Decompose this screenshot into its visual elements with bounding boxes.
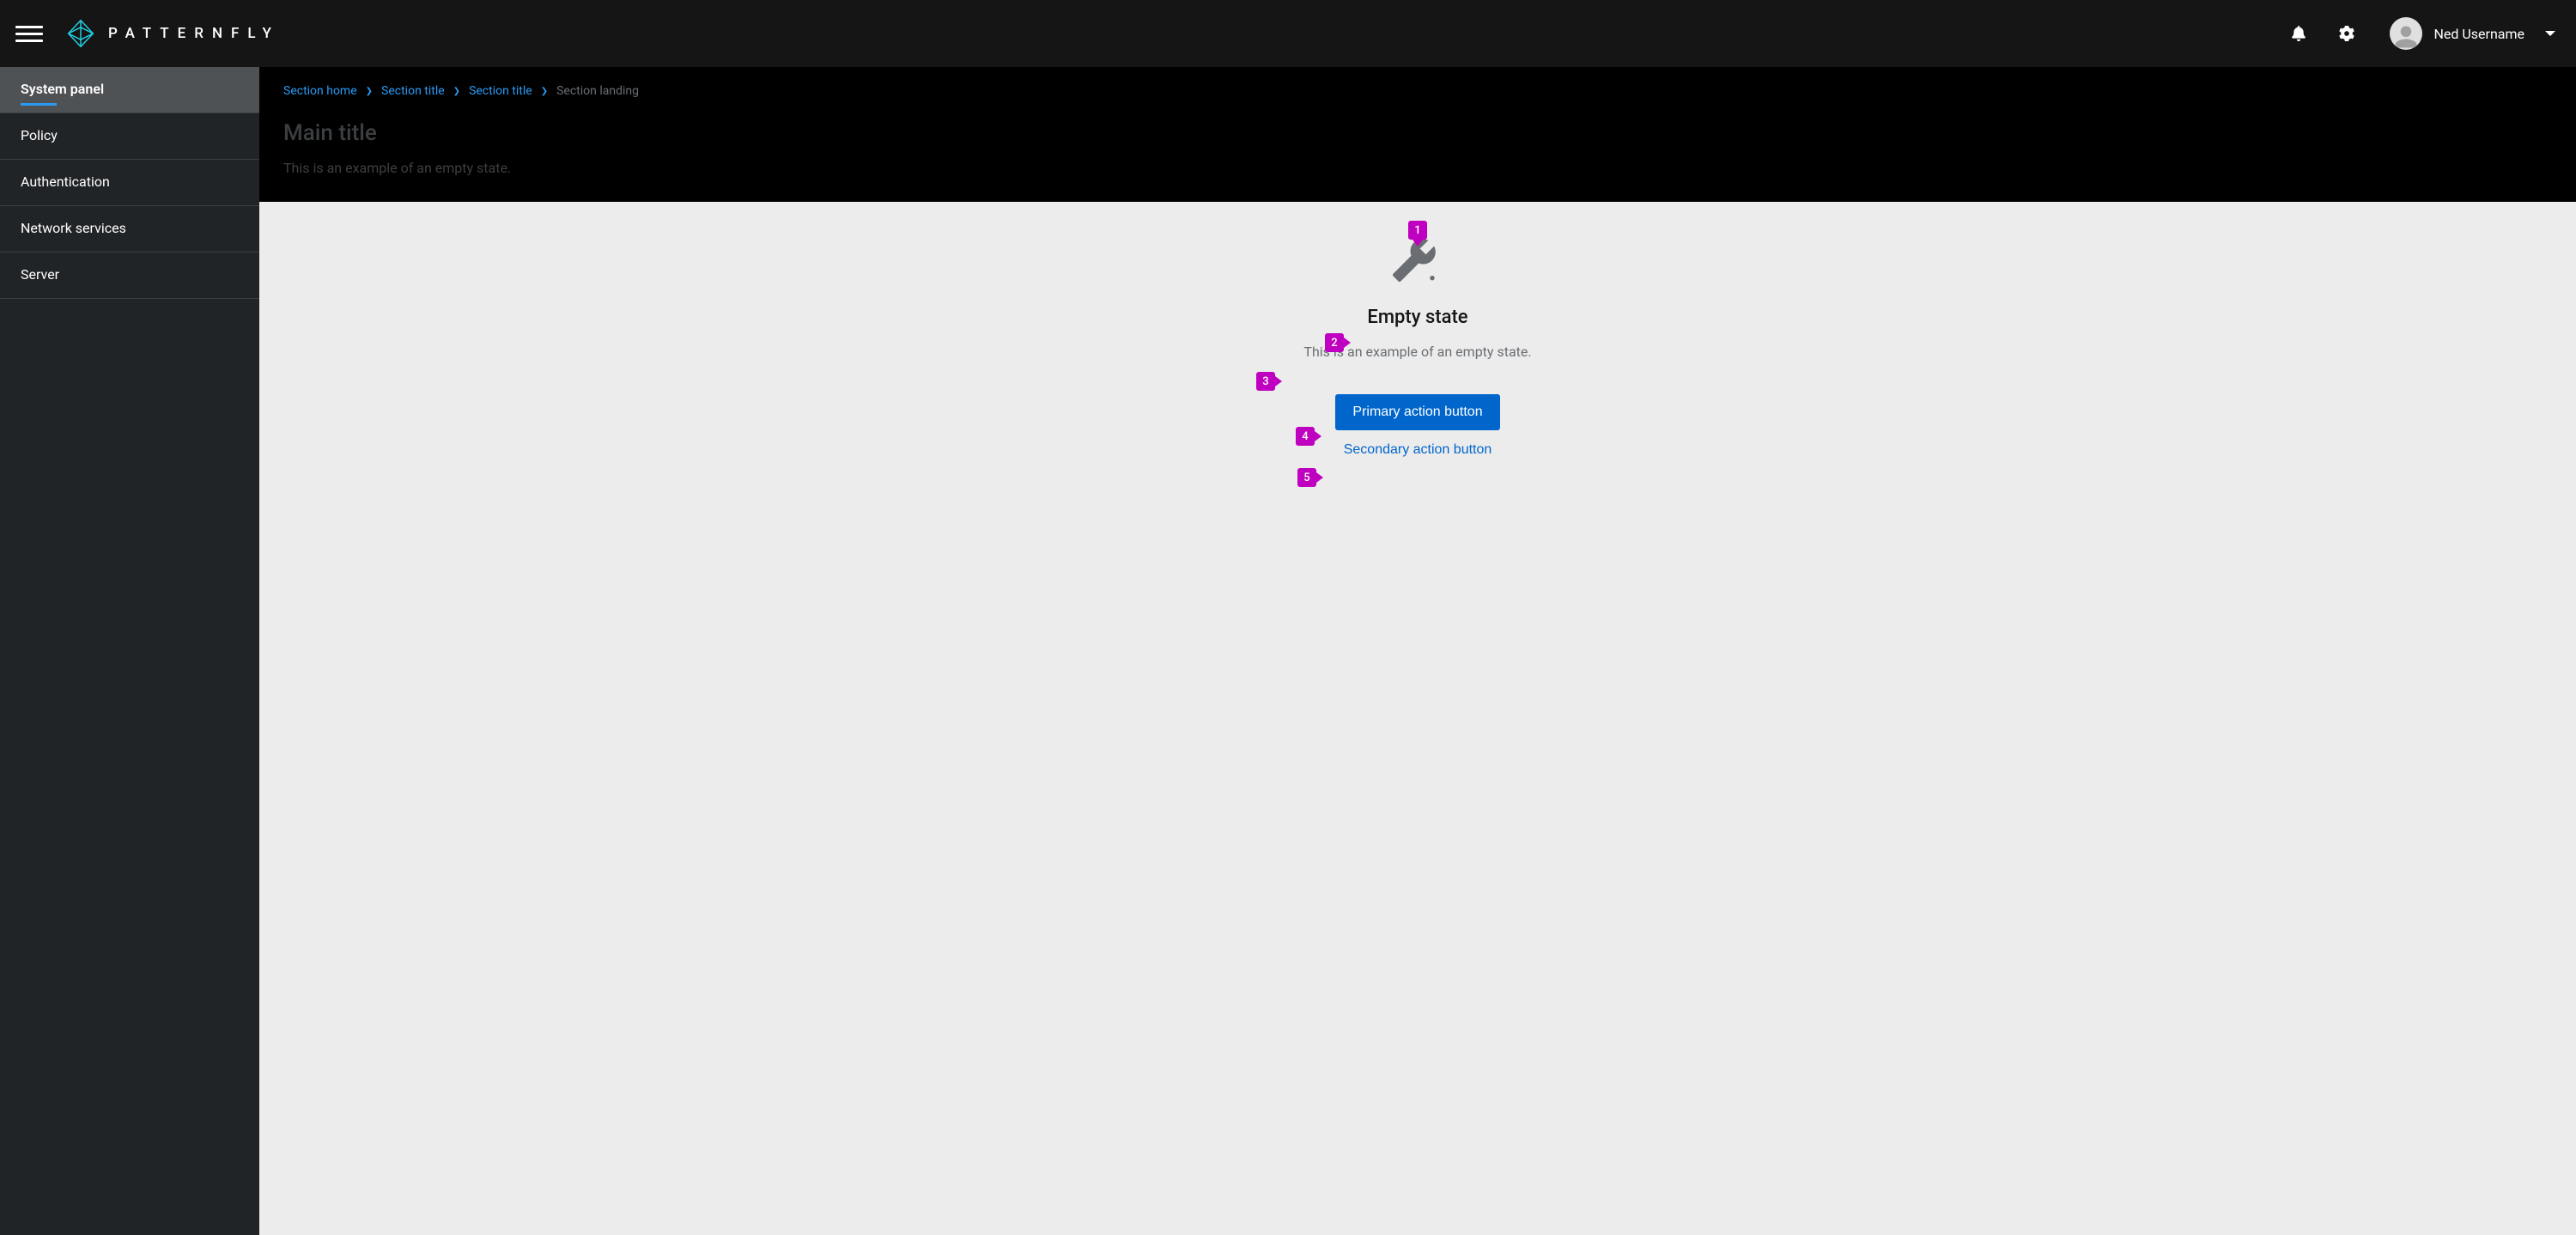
sidebar-item-label: System panel	[21, 81, 104, 97]
sidebar-item-network-services[interactable]: Network services	[0, 206, 259, 252]
breadcrumb-current: Section landing	[556, 84, 639, 98]
content-area: Empty state This is an example of an emp…	[259, 202, 2576, 1235]
page-header: Section home ❯ Section title ❯ Section t…	[259, 67, 2576, 202]
sidebar-item-label: Server	[21, 266, 59, 283]
page-description: This is an example of an empty state.	[283, 160, 2552, 176]
breadcrumb: Section home ❯ Section title ❯ Section t…	[283, 84, 2552, 98]
user-menu-button[interactable]: Ned Username	[2390, 17, 2555, 50]
annotation-marker: 1	[1408, 221, 1427, 240]
sidebar-item-label: Policy	[21, 127, 58, 143]
chevron-right-icon: ❯	[366, 87, 373, 96]
nav-toggle-button[interactable]	[15, 20, 43, 47]
bell-icon	[2291, 26, 2306, 41]
main-content: Section home ❯ Section title ❯ Section t…	[259, 67, 2576, 1235]
empty-state: Empty state This is an example of an emp…	[1177, 236, 1658, 458]
gear-icon	[2339, 26, 2354, 41]
page-title: Main title	[283, 120, 2552, 146]
brand-logo-icon	[65, 18, 96, 49]
caret-down-icon	[2545, 31, 2555, 36]
settings-button[interactable]	[2330, 16, 2364, 51]
empty-state-title: Empty state	[1177, 307, 1658, 328]
chevron-right-icon: ❯	[541, 87, 548, 96]
sidebar-item-server[interactable]: Server	[0, 252, 259, 299]
sidebar-item-label: Network services	[21, 220, 126, 236]
sidebar-item-system-panel[interactable]: System panel	[0, 67, 259, 113]
annotation-marker: 4	[1296, 427, 1315, 446]
sidebar-nav: System panel Policy Authentication Netwo…	[0, 67, 259, 1235]
secondary-action-button[interactable]: Secondary action button	[1344, 442, 1492, 458]
sidebar-item-label: Authentication	[21, 173, 110, 190]
brand[interactable]: PATTERNFLY	[65, 18, 280, 49]
breadcrumb-link[interactable]: Section home	[283, 84, 357, 98]
user-display-name: Ned Username	[2434, 26, 2524, 42]
annotation-marker: 3	[1256, 372, 1275, 391]
avatar	[2390, 17, 2422, 50]
masthead: PATTERNFLY Ned Username	[0, 0, 2576, 67]
empty-state-body: This is an example of an empty state.	[1177, 344, 1658, 360]
chevron-right-icon: ❯	[453, 87, 460, 96]
breadcrumb-link[interactable]: Section title	[381, 84, 445, 98]
brand-name: PATTERNFLY	[108, 25, 280, 42]
notifications-button[interactable]	[2281, 16, 2316, 51]
breadcrumb-link[interactable]: Section title	[469, 84, 532, 98]
sidebar-item-policy[interactable]: Policy	[0, 113, 259, 160]
user-icon	[2393, 24, 2419, 50]
sidebar-item-authentication[interactable]: Authentication	[0, 160, 259, 206]
annotation-marker: 2	[1325, 333, 1344, 352]
primary-action-button[interactable]: Primary action button	[1335, 394, 1499, 430]
annotation-marker: 5	[1297, 468, 1316, 487]
